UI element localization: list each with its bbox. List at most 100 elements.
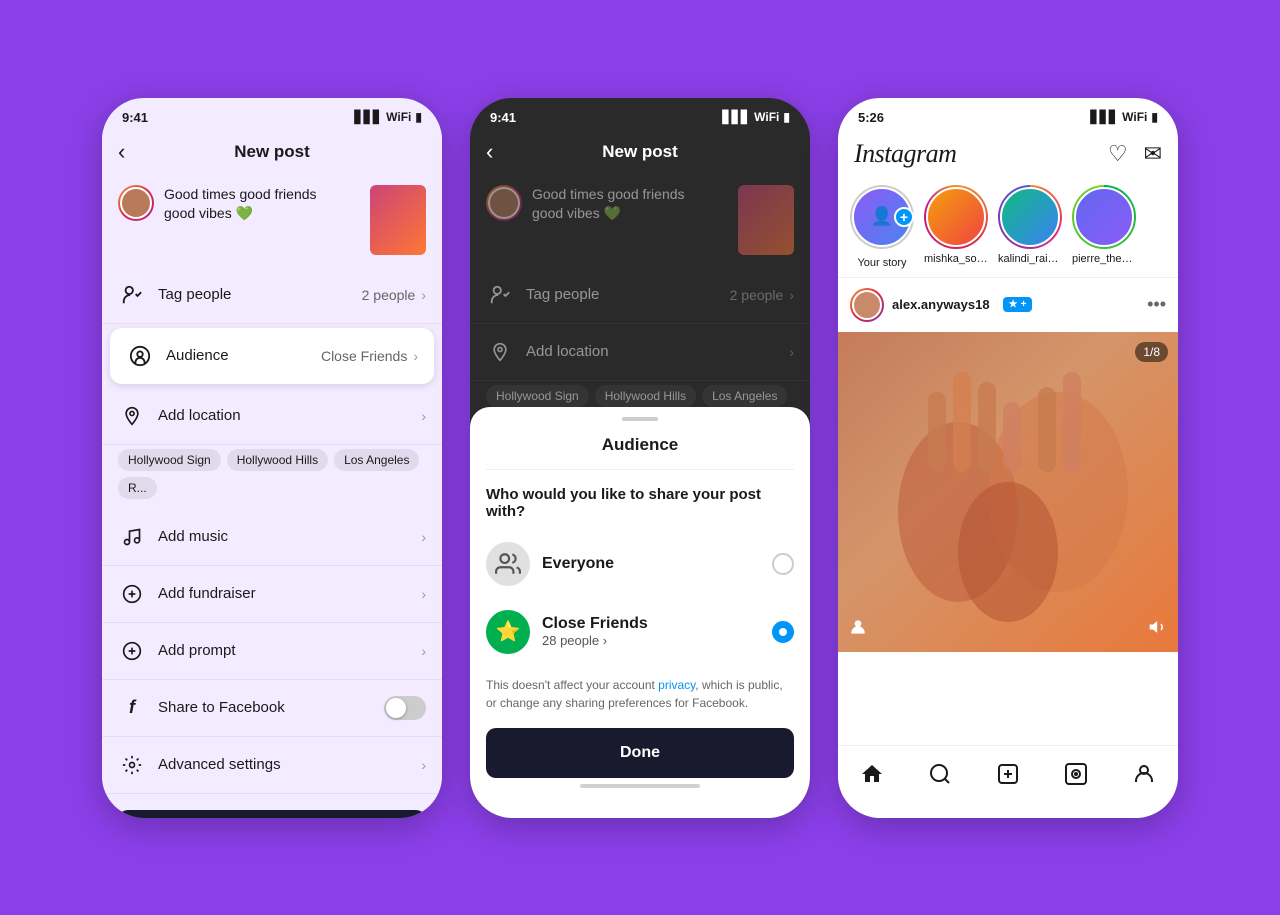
post-caption-1[interactable]: Good times good friendsgood vibes 💚: [164, 185, 360, 224]
wifi-2: WiFi: [754, 110, 779, 124]
prompt-label: Add prompt: [158, 642, 421, 659]
nav-profile[interactable]: [1122, 756, 1166, 792]
battery-3: ▮: [1151, 110, 1158, 124]
privacy-link[interactable]: privacy: [658, 678, 695, 692]
status-icons-2: ▋▋▋ WiFi ▮: [722, 110, 790, 124]
chip-hollywood-sign[interactable]: Hollywood Sign: [118, 449, 221, 471]
music-icon: [118, 523, 146, 551]
audience-option-closefriends[interactable]: ⭐ Close Friends 28 people ›: [470, 598, 810, 666]
location-chips: Hollywood Sign Hollywood Hills Los Angel…: [102, 445, 442, 509]
tag-value-2: 2 people: [730, 287, 784, 303]
ig-logo: Instagram: [854, 139, 956, 169]
chip-hollywood-hills[interactable]: Hollywood Hills: [227, 449, 328, 471]
back-button-2[interactable]: ‹: [486, 139, 493, 165]
prompt-icon: [118, 637, 146, 665]
add-location-row[interactable]: Add location ›: [102, 388, 442, 445]
share-button[interactable]: Share: [118, 810, 426, 818]
messenger-icon[interactable]: ✉: [1144, 141, 1162, 167]
story-pierre[interactable]: pierre_thecon...: [1072, 185, 1136, 269]
add-location-row-2: Add location ›: [470, 324, 810, 381]
everyone-info: Everyone: [542, 555, 760, 573]
closefriends-info: Close Friends 28 people ›: [542, 615, 760, 648]
nav-search[interactable]: [918, 756, 962, 792]
back-button-1[interactable]: ‹: [118, 139, 125, 165]
closefriends-name: Close Friends: [542, 615, 760, 633]
mishka-label: mishka_songs: [924, 253, 988, 265]
menu-section-1: Tag people 2 people › Audience Close Fri…: [102, 267, 442, 794]
tag-label: Tag people: [158, 286, 362, 303]
share-facebook-row[interactable]: f Share to Facebook: [102, 680, 442, 737]
signal-1: ▋▋▋: [354, 110, 382, 124]
add-fundraiser-row[interactable]: Add fundraiser ›: [102, 566, 442, 623]
volume-icon-overlay: [1148, 617, 1168, 642]
facebook-toggle[interactable]: [384, 696, 426, 720]
tag-icon: [118, 281, 146, 309]
avatar-1: [118, 185, 154, 221]
audience-row[interactable]: Audience Close Friends ›: [110, 328, 434, 384]
audience-value: Close Friends: [321, 348, 407, 364]
nav-title-2: New post: [602, 142, 678, 162]
story-mishka[interactable]: mishka_songs: [924, 185, 988, 269]
time-2: 9:41: [490, 110, 516, 125]
chip-2-1: Hollywood Sign: [486, 385, 589, 407]
music-label: Add music: [158, 528, 421, 545]
post-header-2: Good times good friendsgood vibes 💚: [470, 173, 810, 267]
wifi-1: WiFi: [386, 110, 411, 124]
location-icon: [118, 402, 146, 430]
status-icons-1: ▋▋▋ WiFi ▮: [354, 110, 422, 124]
post-header-1: Good times good friendsgood vibes 💚: [102, 173, 442, 267]
tag-label-2: Tag people: [526, 286, 730, 303]
pierre-label: pierre_thecon...: [1072, 253, 1136, 265]
feed-username[interactable]: alex.anyways18: [892, 297, 991, 312]
story-kalindi[interactable]: kalindi_rainb...: [998, 185, 1062, 269]
nav-title-1: New post: [234, 142, 310, 162]
radio-inner: [779, 628, 787, 636]
audience-label: Audience: [166, 347, 321, 364]
your-story-label: Your story: [857, 257, 906, 269]
feed-avatar-inner: [852, 290, 882, 320]
location-chevron: ›: [421, 408, 426, 424]
closefriends-icon-bg: ⭐: [486, 610, 530, 654]
pierre-avatar: [1074, 187, 1134, 247]
nav-reels[interactable]: [1054, 756, 1098, 792]
add-prompt-row[interactable]: Add prompt ›: [102, 623, 442, 680]
image-counter: 1/8: [1135, 342, 1168, 362]
audience-icon: [126, 342, 154, 370]
everyone-radio[interactable]: [772, 553, 794, 575]
audience-option-everyone[interactable]: Everyone: [470, 530, 810, 598]
menu-section-2: Tag people 2 people › Add location › Hol…: [470, 267, 810, 417]
ig-header: Instagram ♡ ✉: [838, 131, 1178, 177]
closefriends-radio[interactable]: [772, 621, 794, 643]
avatar-2: [486, 185, 522, 221]
everyone-icon-bg: [486, 542, 530, 586]
chip-los-angeles[interactable]: Los Angeles: [334, 449, 419, 471]
phone-instagram-feed: 5:26 ▋▋▋ WiFi ▮ Instagram ♡ ✉ 👤 + Your s…: [838, 98, 1178, 818]
nav-home[interactable]: [850, 756, 894, 792]
advanced-settings-row[interactable]: Advanced settings ›: [102, 737, 442, 794]
advanced-label: Advanced settings: [158, 756, 421, 773]
status-bar-1: 9:41 ▋▋▋ WiFi ▮: [102, 98, 442, 131]
facebook-icon: f: [118, 694, 146, 722]
settings-icon: [118, 751, 146, 779]
status-bar-3: 5:26 ▋▋▋ WiFi ▮: [838, 98, 1178, 131]
story-your-story[interactable]: 👤 + Your story: [850, 185, 914, 269]
ig-header-icons: ♡ ✉: [1108, 141, 1162, 167]
prompt-chevron: ›: [421, 643, 426, 659]
nav-create[interactable]: [986, 756, 1030, 792]
modal-title: Audience: [486, 435, 794, 470]
add-music-row[interactable]: Add music ›: [102, 509, 442, 566]
story-add-button[interactable]: +: [894, 207, 914, 227]
closefriends-sub: 28 people ›: [542, 633, 760, 648]
star-icon: ★: [1009, 299, 1018, 310]
done-button[interactable]: Done: [486, 728, 794, 778]
modal-privacy-note: This doesn't affect your account privacy…: [470, 666, 810, 722]
chip-more[interactable]: R...: [118, 477, 157, 499]
status-icons-3: ▋▋▋ WiFi ▮: [1090, 110, 1158, 124]
more-icon[interactable]: •••: [1147, 294, 1166, 315]
heart-icon[interactable]: ♡: [1108, 141, 1128, 167]
tag-icon-2: [486, 281, 514, 309]
feed-post-header: alex.anyways18 ★ + •••: [838, 278, 1178, 332]
advanced-chevron: ›: [421, 757, 426, 773]
tag-people-row[interactable]: Tag people 2 people ›: [102, 267, 442, 324]
fundraiser-icon: [118, 580, 146, 608]
